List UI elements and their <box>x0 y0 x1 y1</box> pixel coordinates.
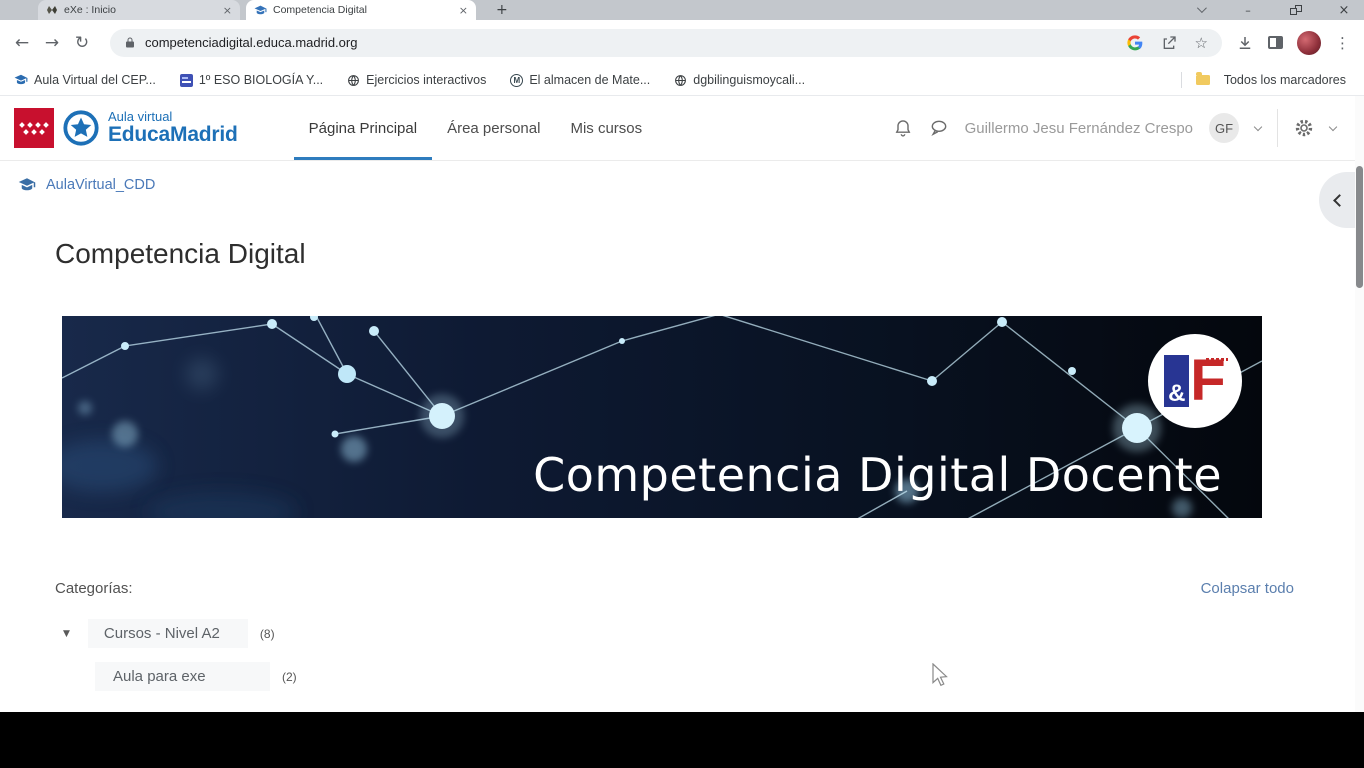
tab-title: eXe : Inicio <box>64 4 116 16</box>
share-icon[interactable] <box>1161 35 1177 51</box>
forward-button[interactable]: → <box>42 33 62 53</box>
tab-strip: eXe : Inicio × Competencia Digital × + –… <box>0 0 1364 20</box>
browser-window: eXe : Inicio × Competencia Digital × + –… <box>0 0 1364 712</box>
banner-title: Competencia Digital Docente <box>533 448 1222 502</box>
bookmark-label: El almacen de Mate... <box>529 73 651 87</box>
m-monogram-icon: M <box>510 73 524 87</box>
breadcrumb-link[interactable]: AulaVirtual_CDD <box>46 177 155 193</box>
tab-competencia-digital[interactable]: Competencia Digital × <box>246 0 476 20</box>
categories-label: Categorías: <box>55 580 133 597</box>
site-logo[interactable]: Aula virtual EducaMadrid <box>14 96 238 160</box>
subcategory-row: Aula para exe (2) <box>95 662 1294 691</box>
tab-close-icon[interactable]: × <box>459 4 468 17</box>
tab-exe-inicio[interactable]: eXe : Inicio × <box>38 0 240 20</box>
user-name: Guillermo Jesu Fernández Crespo <box>964 119 1193 137</box>
tab-search-icon[interactable] <box>1194 2 1207 16</box>
banner-logo-marks <box>1206 358 1228 361</box>
settings-chevron-icon[interactable] <box>1328 122 1338 131</box>
nav-pagina-principal[interactable]: Página Principal <box>293 96 433 160</box>
bookmark-label: Aula Virtual del CEP... <box>34 73 156 87</box>
bookmark-item[interactable]: Ejercicios interactivos <box>347 73 486 87</box>
restore-button[interactable] <box>1290 5 1302 15</box>
category-link[interactable]: Cursos - Nivel A2 <box>87 619 248 648</box>
educamadrid-star-icon <box>63 110 99 146</box>
gear-icon[interactable] <box>1294 118 1314 138</box>
lock-icon <box>126 37 134 48</box>
address-bar[interactable]: competenciadigital.educa.madrid.org ☆ <box>110 28 1222 57</box>
window-controls: – × <box>1194 0 1364 20</box>
globe-icon <box>348 74 360 86</box>
all-bookmarks-label: Todos los marcadores <box>1223 73 1346 87</box>
browser-menu-icon[interactable]: ⋮ <box>1335 34 1350 52</box>
bookmark-item[interactable]: M El almacen de Mate... <box>510 73 650 87</box>
browser-profile-avatar[interactable] <box>1297 30 1321 55</box>
tab-close-icon[interactable]: × <box>223 4 232 17</box>
bookmark-item[interactable]: 1º ESO BIOLOGÍA Y... <box>179 73 324 87</box>
breadcrumb: AulaVirtual_CDD <box>0 161 1364 196</box>
logo-tagline: Aula virtual <box>108 109 173 125</box>
graduation-cap-icon <box>18 178 36 191</box>
logo-title: EducaMadrid <box>108 122 238 146</box>
banner-logo-amp: & <box>1164 355 1190 407</box>
bookmarks-divider <box>1180 72 1182 88</box>
scrollbar[interactable] <box>1355 96 1364 712</box>
bookmark-label: Ejercicios interactivos <box>366 73 487 87</box>
site-nav: Página Principal Área personal Mis curso… <box>293 96 658 160</box>
banner-logo-marks <box>1210 363 1224 366</box>
messages-icon[interactable] <box>929 118 949 138</box>
google-icon[interactable] <box>1126 34 1143 51</box>
minimize-button[interactable]: – <box>1242 5 1254 16</box>
grid-icon <box>179 73 193 87</box>
category-link[interactable]: Aula para exe <box>95 662 270 691</box>
graduation-cap-favicon-icon <box>254 5 267 14</box>
url-text[interactable]: competenciadigital.educa.madrid.org <box>145 35 1127 50</box>
site-header: Aula virtual EducaMadrid Página Principa… <box>0 96 1364 161</box>
all-bookmarks-button[interactable]: Todos los marcadores <box>1195 72 1346 87</box>
category-count: (2) <box>282 669 297 684</box>
browser-toolbar: ← → ↻ competenciadigital.educa.madrid.or… <box>0 20 1364 65</box>
side-panel-icon[interactable] <box>1268 36 1283 49</box>
downloads-icon[interactable] <box>1236 34 1254 52</box>
bookmark-label: dgbilinguismoycali... <box>693 73 806 87</box>
category-count: (8) <box>259 626 275 641</box>
graduation-cap-icon <box>14 74 28 85</box>
notifications-bell-icon[interactable] <box>893 118 913 138</box>
letterbox-bar <box>0 712 1364 768</box>
banner-brand-logo: & F <box>1148 334 1242 428</box>
user-avatar[interactable]: GF <box>1209 113 1239 143</box>
reload-button[interactable]: ↻ <box>72 33 92 53</box>
nav-area-personal[interactable]: Área personal <box>432 96 555 160</box>
close-button[interactable]: × <box>1338 4 1350 17</box>
bookmark-item[interactable]: dgbilinguismoycali... <box>674 73 805 87</box>
category-row: ▼ Cursos - Nivel A2 (8) <box>55 619 1294 648</box>
chevron-left-icon <box>1332 193 1346 207</box>
tab-title: Competencia Digital <box>273 4 367 16</box>
globe-icon <box>675 74 687 86</box>
user-menu-chevron-icon[interactable] <box>1253 122 1263 131</box>
collapse-all-link[interactable]: Colapsar todo <box>1201 580 1294 597</box>
new-tab-button[interactable]: + <box>496 2 508 18</box>
main-content: Competencia Digital & F Competencia Digi… <box>0 238 1364 691</box>
page-title: Competencia Digital <box>55 238 306 269</box>
collapse-triangle-icon[interactable]: ▼ <box>63 629 70 639</box>
exe-favicon-icon <box>47 6 57 14</box>
bookmarks-bar: Aula Virtual del CEP... 1º ESO BIOLOGÍA … <box>0 65 1364 96</box>
mouse-cursor <box>932 663 948 687</box>
course-banner: & F Competencia Digital Docente <box>62 316 1262 518</box>
madrid-flag-icon <box>14 108 54 148</box>
header-divider <box>1277 109 1278 147</box>
bookmark-label: 1º ESO BIOLOGÍA Y... <box>198 73 324 87</box>
folder-icon <box>1195 72 1210 85</box>
scrollbar-thumb[interactable] <box>1356 166 1363 288</box>
bookmark-item[interactable]: Aula Virtual del CEP... <box>14 73 156 87</box>
nav-mis-cursos[interactable]: Mis cursos <box>555 96 657 160</box>
back-button[interactable]: ← <box>12 33 32 53</box>
bookmark-star-icon[interactable]: ☆ <box>1195 34 1208 52</box>
